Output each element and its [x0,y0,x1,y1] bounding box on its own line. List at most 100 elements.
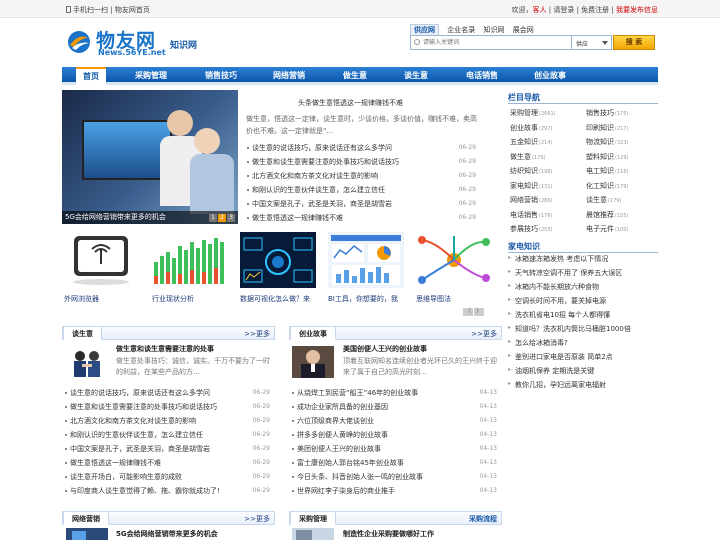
featured-slideshow[interactable]: 5G会给网络营销带来更多的机会 123 [62,90,238,224]
list-item[interactable]: 美团创便人王兴的创业故事 04-13 [291,442,497,456]
post-info-link[interactable]: 我要发布信息 [616,6,658,14]
headline-title[interactable]: 做生意悟透这一规律赚钱不难 [312,99,403,107]
thumb-label[interactable]: 外网浏览器 [64,294,99,304]
purchase-process-link[interactable]: 采购流程 [469,514,497,524]
thumb-bi-tool[interactable] [328,232,404,288]
list-item[interactable]: 谈生意的说话技巧，原来说话还有这么多学问 06-29 [246,141,476,155]
slide-page-2[interactable]: 2 [218,214,226,222]
thumb-label[interactable]: 行业现状分析 [152,294,194,304]
sidebar-category[interactable]: 化工知识(179) [586,181,628,191]
list-item[interactable]: 六位顶级商界大佬谈创业 04-13 [291,414,497,428]
sidebar-category[interactable]: 电话销售(176) [510,210,552,220]
tip-item[interactable]: 知道吗？洗衣机内筒比马桶脏1000倍 [508,324,631,334]
nav-purchasing[interactable]: 采购管理 [135,67,167,85]
home-link[interactable]: 物友网首页 [115,6,150,14]
login-link[interactable]: 请登录 [553,6,574,14]
nav-sales-skills[interactable]: 销售技巧 [205,67,237,85]
thumb-browser[interactable] [64,232,140,288]
list-item[interactable]: 做生意悟透这一规律赚钱不难 06-29 [246,211,476,225]
slide-page-1[interactable]: 1 [209,214,217,222]
list-item[interactable]: 北方酒文化和南方茶文化对谈生意的影响 06-29 [246,169,476,183]
list-item[interactable]: 拼多多创便人黄峥的创业故事 04-13 [291,428,497,442]
thumb-label[interactable]: 数据可视化怎么做？来 [240,294,310,304]
tip-item[interactable]: 油烟机保养 定期洗是关键 [508,366,594,376]
list-item[interactable]: 谈生意的说话技巧，原来说话还有这么多学问 06-29 [64,386,270,400]
list-item[interactable]: 中国文案是孔子，武圣是关羽，商圣是胡雪岩 06-29 [246,197,476,211]
list-item[interactable]: 与印度商人谈生意觉得了赖、拖、霸你就成功了! 06-29 [64,484,270,498]
list-item[interactable]: 和刚认识的生意伙伴谈生意，怎么建立信任 06-29 [64,428,270,442]
feature-title[interactable]: 5G会给网络营销带来更多的机会 [116,529,218,539]
register-link[interactable]: 免费注册 [581,6,609,14]
sidebar-category[interactable]: 创业故事(297) [510,123,552,133]
guest-link[interactable]: 客人 [533,6,547,14]
chevron-right-icon[interactable]: 〉 [474,308,484,316]
sidebar-category[interactable]: 物流知识(323) [586,137,628,147]
tip-item[interactable]: 空调长时间不用，要关掉电源 [508,296,606,306]
list-item[interactable]: 谈生意开场白，可能影响生意的成败 06-29 [64,470,270,484]
more-link[interactable]: >>更多 [244,329,270,339]
tip-item[interactable]: 天气转凉空调不用了 保养五大误区 [508,268,622,278]
list-item[interactable]: 富士康创始人郭台铭45年创业故事 04-13 [291,456,497,470]
feature-image[interactable] [292,346,334,378]
search-tab-supply[interactable]: 供应网 [410,24,439,35]
thumb-mind-map[interactable] [416,232,492,288]
slide-page-3[interactable]: 3 [227,214,235,222]
thumb-label[interactable]: BI工具，你想要的，我 [328,294,398,304]
nav-phone-sales[interactable]: 电话销售 [466,67,498,85]
tip-item[interactable]: 冰箱速冻箱发热 考虑以下情况 [508,254,608,264]
list-item[interactable]: 世界网红李子柒身后的商业推手 04-13 [291,484,497,498]
sidebar-category[interactable]: 晨馆推荐(155) [586,210,628,220]
feature-image[interactable] [292,528,334,540]
feature-title[interactable]: 做生意和谈生意需要注意的处事 [116,344,214,354]
sidebar-category[interactable]: 做生意(179) [510,152,545,162]
tip-item[interactable]: 鉴别进口家电是否原装 简单2点 [508,352,613,362]
sidebar-category[interactable]: 采购管理(2661) [510,108,556,118]
sidebar-category[interactable]: 纺织知识(198) [510,166,552,176]
list-item[interactable]: 做生意悟透这一规律赚钱不难 06-29 [64,456,270,470]
nav-startup-stories[interactable]: 创业故事 [534,67,566,85]
more-link[interactable]: >>更多 [244,514,270,524]
search-tab-expo[interactable]: 展会网 [513,25,534,35]
list-item[interactable]: 中国文案是孔子，武圣是关羽，商圣是胡雪岩 06-29 [64,442,270,456]
search-tab-knowledge[interactable]: 知识网 [483,25,504,35]
sidebar-category[interactable]: 参展技巧(253) [510,224,552,234]
more-link[interactable]: >>更多 [471,329,497,339]
feature-image[interactable] [66,346,108,378]
tip-item[interactable]: 洗衣机省电10招 每个人都得懂 [508,310,610,320]
sidebar-category[interactable]: 谈生意(179) [586,195,621,205]
nav-home[interactable]: 首页 [76,67,106,85]
tip-item[interactable]: 教你几招，孕妇远离家电辐射 [508,380,606,390]
site-logo[interactable]: 物友网 News.56YE.net [66,26,166,58]
search-input[interactable] [423,37,568,48]
list-item[interactable]: 今日头条、抖音创始人张一鸣的创业故事 04-13 [291,470,497,484]
sidebar-category[interactable]: 五金知识(214) [510,137,552,147]
search-type-select[interactable]: 供应 [572,35,612,50]
feature-title[interactable]: 美国创便人王兴的创业故事 [343,344,427,354]
thumb-label[interactable]: 思维导图法 [416,294,451,304]
feature-image[interactable] [66,528,108,540]
sidebar-category[interactable]: 销售技巧(175) [586,108,628,118]
chevron-left-icon[interactable]: 〈 [463,308,473,316]
sidebar-category[interactable]: 电子元件(100) [586,224,628,234]
list-item[interactable]: 和刚认识的生意伙伴谈生意，怎么建立信任 06-29 [246,183,476,197]
scan-link[interactable]: 手机扫一扫 [73,6,108,14]
sidebar-category[interactable]: 家电知识(131) [510,181,552,191]
feature-title[interactable]: 制造性企业采购要做哪好工作 [343,529,434,539]
nav-negotiation[interactable]: 谈生意 [404,67,428,85]
list-item[interactable]: 成功企业家所具备的创业基因 04-13 [291,400,497,414]
nav-web-marketing[interactable]: 网络营销 [273,67,305,85]
sidebar-category[interactable]: 电工知识(116) [586,166,628,176]
list-item[interactable]: 做生意和谈生意需要注意的处事技巧和说话技巧 06-29 [246,155,476,169]
list-item[interactable]: 从烧焊工到民营“船王”46年的创业故事 04-13 [291,386,497,400]
sidebar-category[interactable]: 塑料知识(129) [586,152,628,162]
sidebar-category[interactable]: 印刷知识(217) [586,123,628,133]
list-item[interactable]: 做生意和谈生意需要注意的处事技巧和说话技巧 06-29 [64,400,270,414]
thumb-data-visualization[interactable] [240,232,316,288]
search-button[interactable]: 搜 索 [613,35,655,50]
list-item[interactable]: 北方酒文化和南方茶文化对谈生意的影响 06-29 [64,414,270,428]
tip-item[interactable]: 怎么给冰箱消毒? [508,338,568,348]
tip-item[interactable]: 冰箱内不能长期放六种食物 [508,282,599,292]
nav-business[interactable]: 做生意 [343,67,367,85]
thumb-industry-chart[interactable] [152,232,228,288]
search-tab-company[interactable]: 企业名录 [447,25,475,35]
